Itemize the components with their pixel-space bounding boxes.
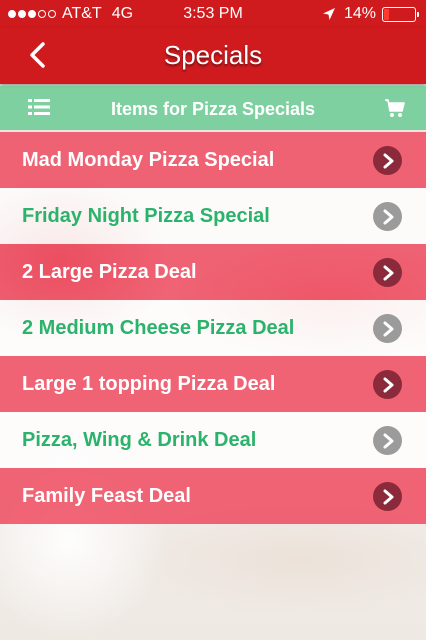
special-label: 2 Large Pizza Deal xyxy=(22,260,197,283)
battery-percent: 14% xyxy=(343,5,376,22)
chevron-right-icon[interactable] xyxy=(373,426,402,455)
navigation-bar: Specials xyxy=(0,28,426,84)
chevron-right-icon[interactable] xyxy=(373,258,402,287)
category-header-bar: Items for Pizza Specials xyxy=(0,86,426,130)
cart-icon[interactable] xyxy=(384,98,406,118)
special-label: Pizza, Wing & Drink Deal xyxy=(22,428,257,451)
battery-icon xyxy=(382,6,419,22)
special-row[interactable]: Friday Night Pizza Special xyxy=(0,188,426,244)
special-label: Mad Monday Pizza Special xyxy=(22,148,275,171)
special-label: 2 Medium Cheese Pizza Deal xyxy=(22,316,295,339)
chevron-right-icon[interactable] xyxy=(373,370,402,399)
chevron-right-icon[interactable] xyxy=(373,314,402,343)
special-row[interactable]: 2 Large Pizza Deal xyxy=(0,244,426,300)
status-bar: AT&T 4G 3:53 PM 14% xyxy=(0,0,426,28)
category-title: Items for Pizza Specials xyxy=(110,99,316,119)
specials-list: Mad Monday Pizza Special Friday Night Piz… xyxy=(0,132,426,524)
page-title: Specials xyxy=(163,40,263,70)
special-row[interactable]: Mad Monday Pizza Special xyxy=(0,132,426,188)
special-label: Family Feast Deal xyxy=(22,484,191,507)
chevron-right-icon[interactable] xyxy=(373,146,402,175)
special-row[interactable]: Large 1 topping Pizza Deal xyxy=(0,356,426,412)
location-arrow-icon xyxy=(322,8,335,20)
special-label: Friday Night Pizza Special xyxy=(22,204,270,227)
chevron-right-icon[interactable] xyxy=(373,202,402,231)
chevron-right-icon[interactable] xyxy=(373,482,402,511)
special-label: Large 1 topping Pizza Deal xyxy=(22,372,276,395)
special-row[interactable]: 2 Medium Cheese Pizza Deal xyxy=(0,300,426,356)
status-right: 14% xyxy=(322,5,419,23)
special-row[interactable]: Family Feast Deal xyxy=(0,468,426,524)
special-row[interactable]: Pizza, Wing & Drink Deal xyxy=(0,412,426,468)
